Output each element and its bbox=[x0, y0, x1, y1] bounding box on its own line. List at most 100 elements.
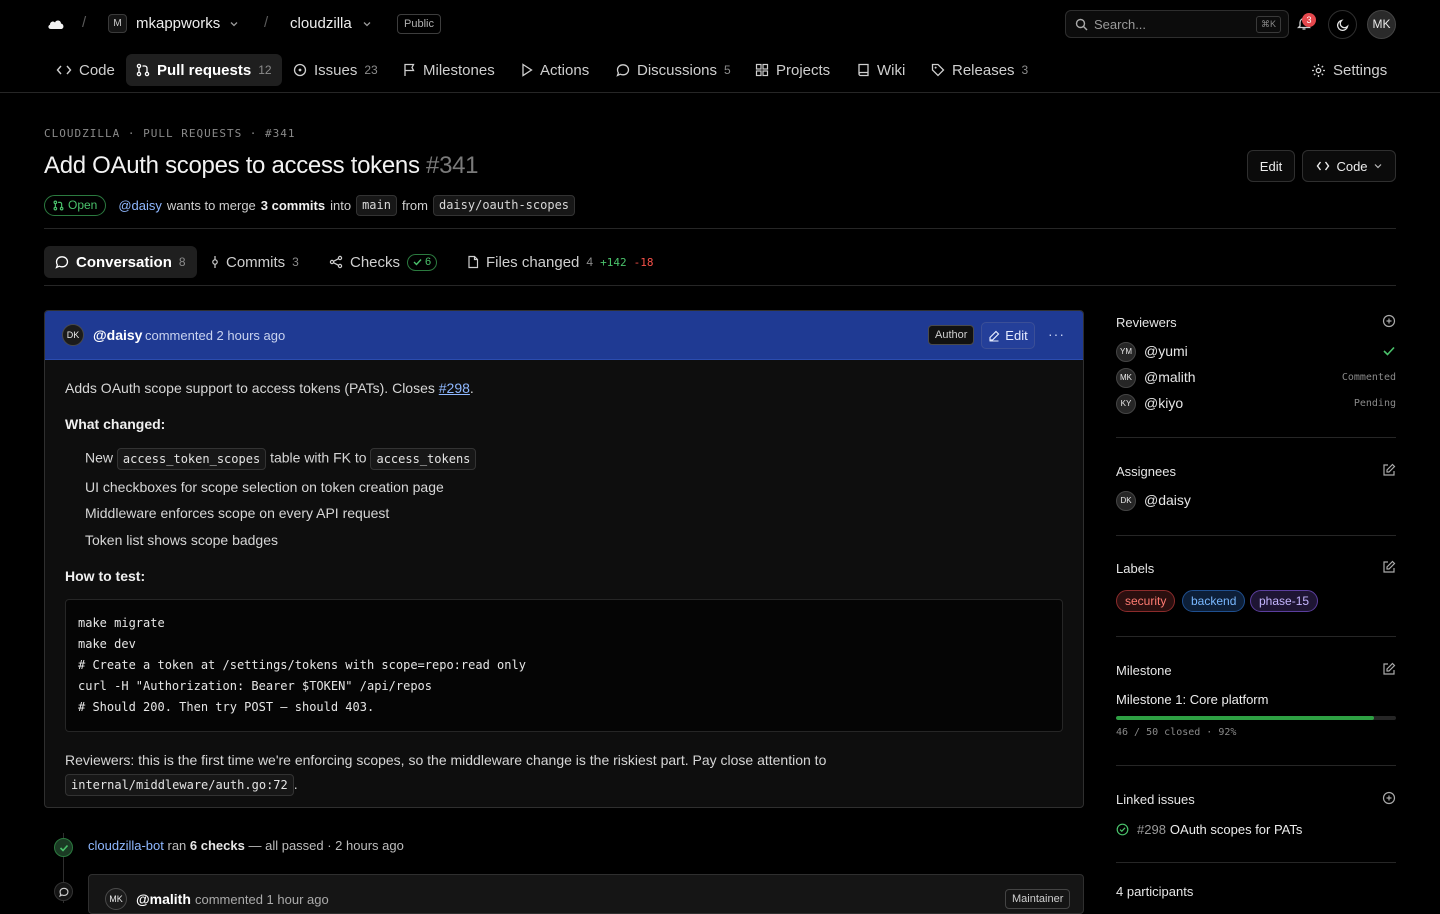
nav-count: 3 bbox=[1021, 63, 1029, 77]
reviewer-row[interactable]: MK @malith Commented bbox=[1116, 368, 1396, 388]
inline-code: internal/middleware/auth.go:72 bbox=[65, 774, 294, 797]
assignees-heading: Assignees bbox=[1116, 464, 1176, 479]
nav-label: Code bbox=[79, 61, 115, 79]
nav-code[interactable]: Code bbox=[46, 54, 125, 86]
nav-projects[interactable]: Projects bbox=[745, 54, 840, 86]
assignee-row[interactable]: DK @daisy bbox=[1116, 491, 1396, 511]
review-status: Pending bbox=[1353, 398, 1396, 409]
check-icon bbox=[59, 844, 69, 852]
bot-link[interactable]: cloudzilla-bot bbox=[88, 838, 164, 853]
theme-toggle-button[interactable] bbox=[1328, 10, 1357, 39]
divider bbox=[1116, 437, 1396, 438]
comment-timestamp: commented 2 hours ago bbox=[145, 328, 286, 343]
discussion-icon bbox=[55, 256, 69, 269]
nav-actions[interactable]: Actions bbox=[511, 54, 599, 86]
search-input[interactable]: Search... ⌘K bbox=[1065, 10, 1289, 38]
avatar[interactable]: MK bbox=[105, 888, 127, 910]
head-branch[interactable]: daisy/oauth-scopes bbox=[432, 194, 576, 216]
tab-files-changed[interactable]: Files changed 4 +142 -18 bbox=[456, 246, 664, 278]
code-icon bbox=[56, 65, 72, 75]
nav-releases[interactable]: Releases 3 bbox=[921, 54, 1038, 86]
tab-label: Commits bbox=[226, 253, 286, 271]
repo-name[interactable]: cloudzilla bbox=[290, 15, 352, 32]
avatar: KY bbox=[1116, 394, 1136, 414]
code-dropdown-button[interactable]: Code bbox=[1302, 150, 1396, 182]
add-circle-icon[interactable] bbox=[1382, 791, 1396, 805]
label-phase-15[interactable]: phase-15 bbox=[1250, 590, 1319, 612]
comment-footer: Reviewers: this is the first time we're … bbox=[65, 748, 1065, 797]
maintainer-badge: Maintainer bbox=[1005, 889, 1071, 909]
event-checks: 6 checks bbox=[189, 838, 245, 853]
reviewer-name: @yumi bbox=[1144, 343, 1188, 359]
cloud-logo-icon[interactable] bbox=[46, 15, 66, 33]
add-circle-icon[interactable] bbox=[1382, 314, 1396, 328]
projects-icon bbox=[755, 63, 769, 77]
tab-checks[interactable]: Checks 6 bbox=[318, 246, 448, 278]
check-circle-icon bbox=[1116, 823, 1129, 835]
edit-icon[interactable] bbox=[1382, 662, 1396, 676]
milestone-meta: 46 / 50 closed · 92% bbox=[1116, 727, 1237, 738]
edit-icon[interactable] bbox=[1382, 560, 1396, 574]
nav-wiki[interactable]: Wiki bbox=[847, 54, 915, 86]
checks-passed-badge: 6 bbox=[407, 253, 438, 271]
nav-issues[interactable]: Issues 23 bbox=[283, 54, 388, 86]
base-branch[interactable]: main bbox=[356, 194, 397, 216]
discussion-icon bbox=[59, 887, 69, 897]
list-item: UI checkboxes for scope selection on tok… bbox=[85, 479, 444, 495]
comment-author[interactable]: @malith bbox=[136, 891, 191, 907]
avatar: YM bbox=[1116, 342, 1136, 362]
nav-pull-requests[interactable]: Pull requests 12 bbox=[126, 54, 282, 86]
additions-count: +142 bbox=[600, 255, 627, 269]
label-backend[interactable]: backend bbox=[1182, 590, 1246, 612]
assignee-name: @daisy bbox=[1144, 492, 1191, 508]
search-placeholder: Search... bbox=[1094, 17, 1147, 32]
nav-discussions[interactable]: Discussions 5 bbox=[606, 54, 741, 86]
avatar: MK bbox=[1116, 368, 1136, 388]
nav-label: Releases bbox=[952, 61, 1015, 79]
nav-label: Milestones bbox=[423, 61, 495, 79]
chevron-down-icon[interactable] bbox=[230, 20, 238, 28]
tab-count: 8 bbox=[178, 255, 186, 269]
nav-settings[interactable]: Settings bbox=[1301, 54, 1397, 86]
deletions-count: -18 bbox=[633, 255, 654, 269]
code-block: make migrate make dev # Create a token a… bbox=[65, 599, 1063, 732]
tab-label: Checks bbox=[350, 253, 401, 271]
tab-count: 4 bbox=[586, 255, 594, 269]
timeline-event: cloudzilla-bot ran 6 checks — all passed… bbox=[88, 838, 404, 853]
comment-author[interactable]: @daisy bbox=[93, 327, 142, 343]
tab-commits[interactable]: Commits 3 bbox=[200, 246, 310, 278]
visibility-badge: Public bbox=[397, 14, 441, 34]
chevron-down-icon[interactable] bbox=[363, 20, 371, 28]
tab-conversation[interactable]: Conversation 8 bbox=[44, 246, 197, 278]
commit-icon bbox=[212, 256, 218, 268]
avatar[interactable]: DK bbox=[62, 324, 84, 346]
edit-comment-button[interactable]: Edit bbox=[981, 322, 1035, 349]
author-link[interactable]: @daisy bbox=[118, 198, 162, 213]
list-item: Middleware enforces scope on every API r… bbox=[85, 505, 390, 521]
milestone-name[interactable]: Milestone 1: Core platform bbox=[1116, 692, 1268, 707]
comment-header: DK @daisy commented 2 hours ago Author E… bbox=[45, 311, 1083, 360]
check-icon bbox=[1383, 346, 1395, 356]
intro-text: Adds OAuth scope support to access token… bbox=[65, 380, 435, 396]
code-line: make migrate bbox=[78, 616, 165, 630]
section-heading: What changed: bbox=[65, 416, 166, 432]
code-line: # Create a token at /settings/tokens wit… bbox=[78, 658, 526, 672]
tag-icon bbox=[931, 63, 945, 77]
discussion-icon bbox=[616, 64, 630, 77]
label-security[interactable]: security bbox=[1116, 590, 1176, 612]
code-icon bbox=[1317, 161, 1330, 171]
org-name[interactable]: mkappworks bbox=[136, 15, 220, 32]
play-icon bbox=[522, 63, 533, 77]
user-avatar[interactable]: MK bbox=[1367, 10, 1396, 39]
checks-icon bbox=[329, 255, 343, 269]
more-options-button[interactable]: ··· bbox=[1048, 326, 1065, 342]
edit-icon[interactable] bbox=[1382, 463, 1396, 477]
event-text: — all passed · 2 hours ago bbox=[248, 838, 404, 853]
nav-milestones[interactable]: Milestones bbox=[393, 54, 505, 86]
linked-issue[interactable]: #298 OAuth scopes for PATs bbox=[1116, 820, 1302, 838]
reviewer-row[interactable]: KY @kiyo Pending bbox=[1116, 394, 1396, 414]
issue-link[interactable]: #298 bbox=[439, 380, 470, 396]
review-comment: MK @malith commented 1 hour ago Maintain… bbox=[88, 874, 1084, 914]
edit-title-button[interactable]: Edit bbox=[1247, 150, 1295, 182]
reviewer-row[interactable]: YM @yumi bbox=[1116, 342, 1396, 362]
